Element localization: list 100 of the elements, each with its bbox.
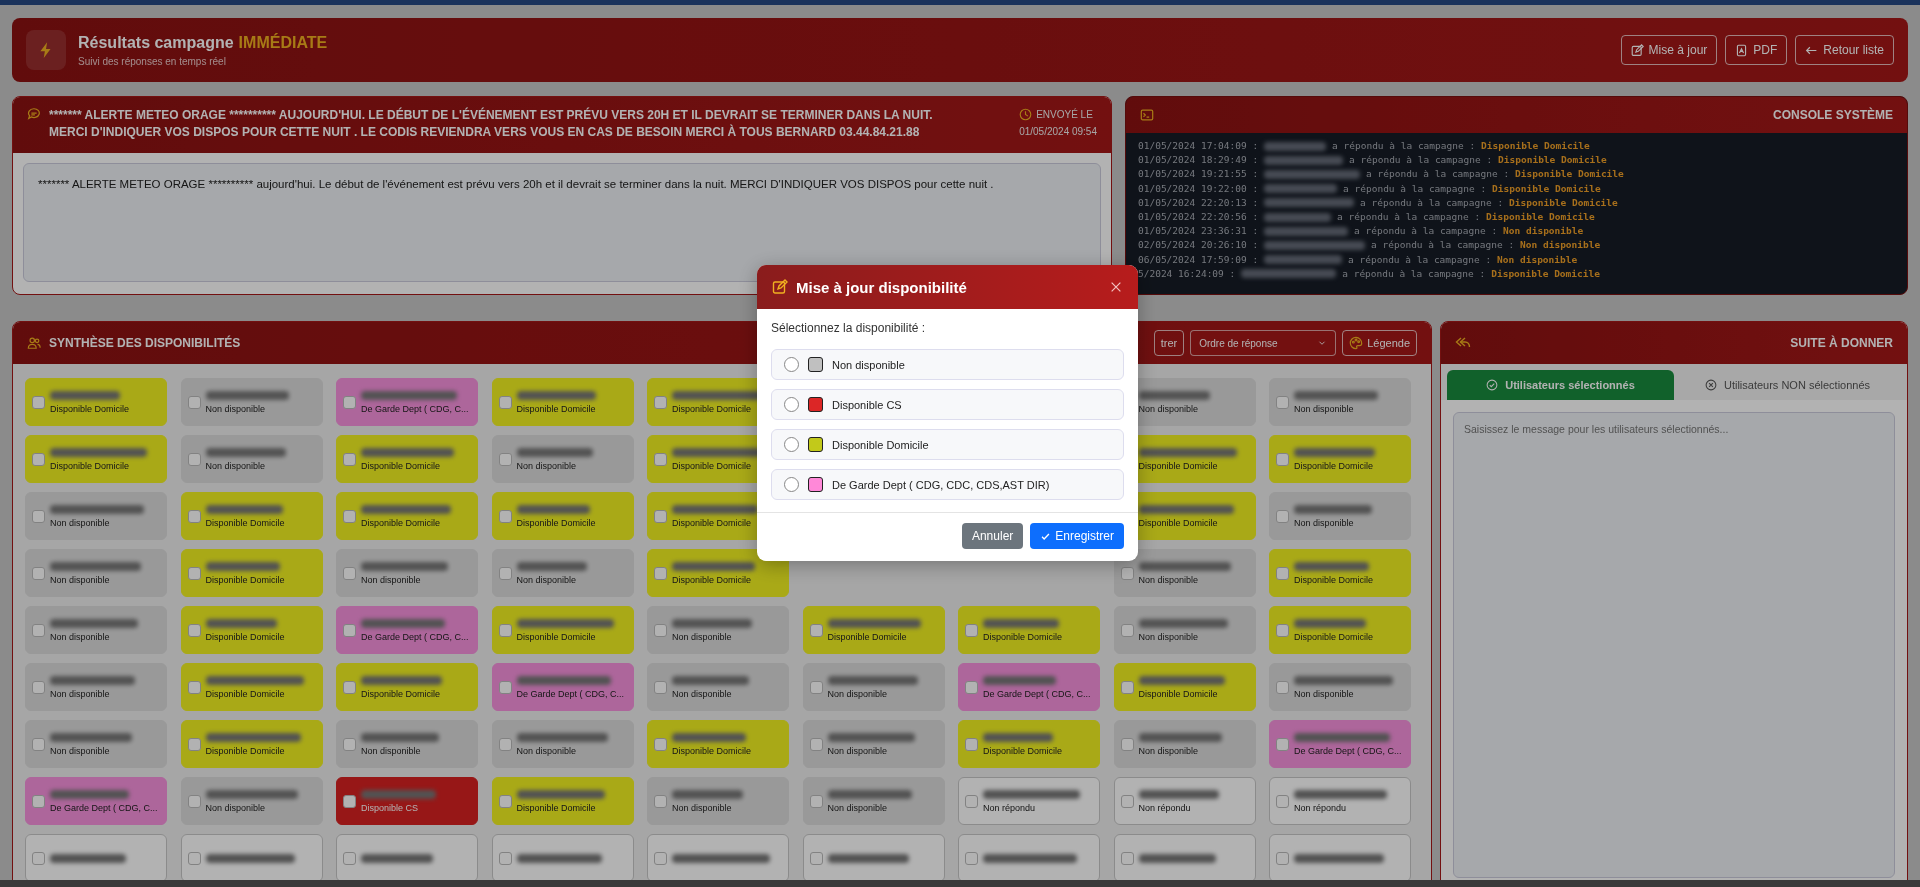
checkbox[interactable] <box>187 395 201 409</box>
availability-card[interactable]: Non disponible <box>25 720 167 768</box>
availability-card[interactable]: Non disponible <box>25 663 167 711</box>
legend-button[interactable]: Légende <box>1342 330 1417 356</box>
availability-card[interactable] <box>180 834 323 882</box>
checkbox[interactable] <box>32 509 45 523</box>
availability-card[interactable]: Disponible Domicile <box>25 378 167 426</box>
availability-card[interactable]: Non disponible <box>25 606 167 654</box>
availability-card[interactable]: De Garde Dept ( CDG, C... <box>336 606 478 654</box>
availability-card[interactable]: Non disponible <box>802 663 945 711</box>
checkbox[interactable] <box>343 680 356 694</box>
availability-card[interactable] <box>1269 834 1411 882</box>
checkbox[interactable] <box>32 566 45 580</box>
checkbox[interactable] <box>1120 566 1134 580</box>
checkbox[interactable] <box>809 794 823 808</box>
availability-card[interactable]: De Garde Dept ( CDG, C... <box>1269 720 1411 768</box>
checkbox[interactable] <box>498 452 512 466</box>
checkbox[interactable] <box>498 509 512 523</box>
availability-option[interactable]: De Garde Dept ( CDG, CDC, CDS,AST DIR) <box>771 469 1124 500</box>
availability-card[interactable]: Non disponible <box>491 720 634 768</box>
tab[interactable]: Utilisateurs NON sélectionnés <box>1674 370 1901 400</box>
checkbox[interactable] <box>654 623 667 637</box>
availability-card[interactable]: Non disponible <box>1113 606 1256 654</box>
checkbox[interactable] <box>343 737 356 751</box>
availability-card[interactable]: Disponible Domicile <box>491 492 634 540</box>
availability-card[interactable]: Disponible Domicile <box>180 549 323 597</box>
checkbox[interactable] <box>965 851 978 865</box>
checkbox[interactable] <box>1276 737 1289 751</box>
filter-button[interactable]: trer <box>1153 330 1185 356</box>
availability-card[interactable]: Non disponible <box>491 549 634 597</box>
checkbox[interactable] <box>32 680 45 694</box>
availability-card[interactable]: Disponible Domicile <box>180 492 323 540</box>
checkbox[interactable] <box>1120 623 1134 637</box>
availability-card[interactable]: Disponible Domicile <box>180 606 323 654</box>
checkbox[interactable] <box>1120 794 1134 808</box>
checkbox[interactable] <box>1276 566 1289 580</box>
availability-card[interactable]: Disponible Domicile <box>958 606 1100 654</box>
checkbox[interactable] <box>1120 680 1134 694</box>
checkbox[interactable] <box>1276 680 1289 694</box>
checkbox[interactable] <box>965 680 978 694</box>
checkbox[interactable] <box>343 794 356 808</box>
checkbox[interactable] <box>965 794 978 808</box>
checkbox[interactable] <box>1276 794 1289 808</box>
checkbox[interactable] <box>32 737 45 751</box>
availability-card[interactable]: Disponible Domicile <box>336 435 478 483</box>
checkbox[interactable] <box>1276 395 1289 409</box>
availability-card[interactable]: Disponible Domicile <box>1269 549 1411 597</box>
header-button[interactable]: PDF <box>1725 35 1788 65</box>
availability-card[interactable]: Disponible Domicile <box>491 378 634 426</box>
checkbox[interactable] <box>498 680 512 694</box>
radio-button[interactable] <box>784 357 799 372</box>
header-button[interactable]: Retour liste <box>1795 35 1894 65</box>
availability-card[interactable]: Disponible Domicile <box>1269 435 1411 483</box>
availability-card[interactable]: Non disponible <box>1269 378 1411 426</box>
checkbox[interactable] <box>343 452 356 466</box>
availability-card[interactable]: Non disponible <box>491 435 634 483</box>
checkbox[interactable] <box>809 680 823 694</box>
checkbox[interactable] <box>965 737 978 751</box>
availability-card[interactable]: Non disponible <box>336 720 478 768</box>
cancel-button[interactable]: Annuler <box>961 523 1024 549</box>
checkbox[interactable] <box>809 737 823 751</box>
checkbox[interactable] <box>343 509 356 523</box>
checkbox[interactable] <box>32 452 45 466</box>
checkbox[interactable] <box>498 395 512 409</box>
availability-card[interactable] <box>25 834 167 882</box>
availability-card[interactable] <box>802 834 945 882</box>
availability-card[interactable]: Non disponible <box>25 492 167 540</box>
availability-card[interactable] <box>647 834 789 882</box>
availability-option[interactable]: Non disponible <box>771 349 1124 380</box>
availability-card[interactable]: Disponible Domicile <box>491 777 634 825</box>
checkbox[interactable] <box>498 794 512 808</box>
availability-card[interactable] <box>958 834 1100 882</box>
checkbox[interactable] <box>498 737 512 751</box>
checkbox[interactable] <box>187 851 201 865</box>
availability-card[interactable] <box>336 834 478 882</box>
checkbox[interactable] <box>32 395 45 409</box>
checkbox[interactable] <box>654 566 667 580</box>
availability-card[interactable]: Non disponible <box>1113 720 1256 768</box>
availability-card[interactable]: De Garde Dept ( CDG, C... <box>336 378 478 426</box>
checkbox[interactable] <box>498 851 512 865</box>
availability-card[interactable]: Disponible Domicile <box>958 720 1100 768</box>
checkbox[interactable] <box>498 566 512 580</box>
availability-card[interactable]: Disponible Domicile <box>647 720 789 768</box>
availability-card[interactable]: Disponible Domicile <box>802 606 945 654</box>
checkbox[interactable] <box>32 794 45 808</box>
availability-card[interactable]: Non disponible <box>647 606 789 654</box>
availability-card[interactable]: De Garde Dept ( CDG, C... <box>25 777 167 825</box>
radio-button[interactable] <box>784 477 799 492</box>
checkbox[interactable] <box>187 794 201 808</box>
availability-card[interactable]: De Garde Dept ( CDG, C... <box>491 663 634 711</box>
checkbox[interactable] <box>654 851 667 865</box>
radio-button[interactable] <box>784 397 799 412</box>
checkbox[interactable] <box>1120 851 1134 865</box>
checkbox[interactable] <box>654 680 667 694</box>
checkbox[interactable] <box>1276 509 1289 523</box>
availability-card[interactable]: Disponible Domicile <box>25 435 167 483</box>
availability-card[interactable]: Disponible Domicile <box>647 549 789 597</box>
checkbox[interactable] <box>187 737 201 751</box>
availability-card[interactable]: Disponible Domicile <box>1113 663 1256 711</box>
checkbox[interactable] <box>654 452 667 466</box>
